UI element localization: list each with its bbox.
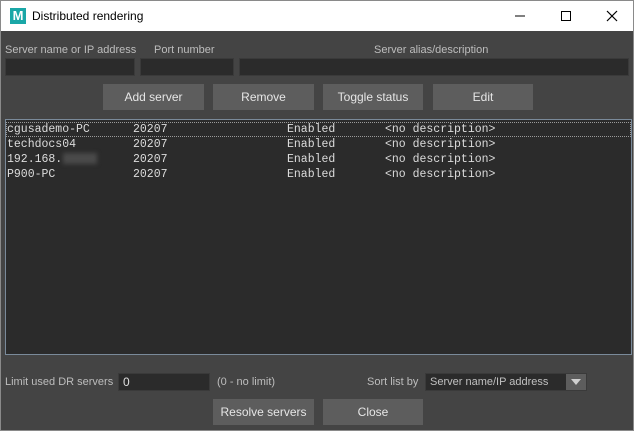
close-button[interactable]: Close bbox=[323, 399, 423, 425]
server-alias-label: Server alias/description bbox=[374, 44, 489, 56]
server-port: 20207 bbox=[133, 123, 168, 136]
limit-dr-servers-label: Limit used DR servers bbox=[5, 376, 114, 388]
minimize-icon bbox=[515, 15, 525, 17]
server-row[interactable]: cgusademo-PC 20207 Enabled <no descripti… bbox=[6, 122, 631, 137]
server-port: 20207 bbox=[133, 138, 168, 151]
limit-hint: (0 - no limit) bbox=[217, 376, 276, 388]
redacted-ip-blur bbox=[63, 153, 98, 165]
server-name-cell: 192.168. bbox=[7, 152, 98, 167]
server-port: 20207 bbox=[133, 168, 168, 181]
server-name-input[interactable] bbox=[5, 58, 135, 76]
toggle-status-button[interactable]: Toggle status bbox=[323, 84, 423, 110]
sort-selected-value: Server name/IP address bbox=[430, 376, 549, 388]
server-name: 192.168. bbox=[7, 153, 63, 166]
app-logo-icon: M bbox=[10, 8, 26, 24]
maximize-button[interactable] bbox=[543, 1, 589, 31]
maximize-icon bbox=[561, 11, 571, 21]
server-name: P900-PC bbox=[7, 168, 56, 181]
server-status: Enabled bbox=[287, 153, 336, 166]
server-port: 20207 bbox=[133, 153, 168, 166]
title-bar[interactable]: M Distributed rendering bbox=[0, 0, 634, 31]
server-status: Enabled bbox=[287, 123, 336, 136]
sort-list-label: Sort list by bbox=[367, 376, 419, 388]
add-server-button[interactable]: Add server bbox=[103, 84, 204, 110]
server-alias-input[interactable] bbox=[239, 58, 629, 76]
close-window-button[interactable] bbox=[589, 1, 634, 31]
remove-button[interactable]: Remove bbox=[213, 84, 314, 110]
server-description: <no description> bbox=[385, 138, 496, 151]
resolve-servers-button[interactable]: Resolve servers bbox=[213, 399, 314, 425]
server-row[interactable]: P900-PC 20207 Enabled <no description> bbox=[6, 167, 631, 182]
server-name: techdocs04 bbox=[7, 138, 77, 151]
minimize-button[interactable] bbox=[497, 1, 543, 31]
server-row[interactable]: 192.168. 20207 Enabled <no description> bbox=[6, 152, 631, 167]
window-title: Distributed rendering bbox=[32, 9, 144, 23]
server-description: <no description> bbox=[385, 123, 496, 136]
port-number-input[interactable] bbox=[140, 58, 234, 76]
server-name-label: Server name or IP address bbox=[5, 44, 137, 56]
dialog-body: Server name or IP address Port number Se… bbox=[0, 31, 634, 431]
limit-dr-servers-input[interactable] bbox=[118, 373, 210, 391]
server-row[interactable]: techdocs04 20207 Enabled <no description… bbox=[6, 137, 631, 152]
dropdown-arrow-button[interactable] bbox=[566, 374, 586, 390]
server-list[interactable]: cgusademo-PC 20207 Enabled <no descripti… bbox=[5, 119, 632, 355]
server-name: cgusademo-PC bbox=[7, 123, 90, 136]
sort-list-dropdown[interactable]: Server name/IP address bbox=[425, 373, 587, 391]
edit-button[interactable]: Edit bbox=[433, 84, 533, 110]
server-status: Enabled bbox=[287, 138, 336, 151]
server-description: <no description> bbox=[385, 168, 496, 181]
server-description: <no description> bbox=[385, 153, 496, 166]
chevron-down-icon bbox=[571, 379, 581, 385]
close-icon bbox=[606, 10, 618, 22]
port-number-label: Port number bbox=[154, 44, 215, 56]
server-status: Enabled bbox=[287, 168, 336, 181]
